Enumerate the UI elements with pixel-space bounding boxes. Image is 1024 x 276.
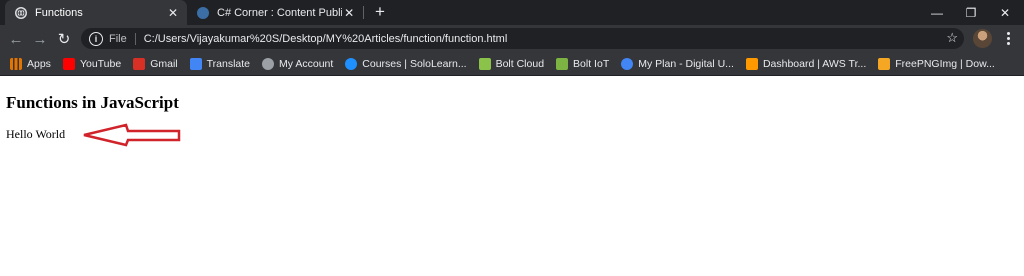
reload-button[interactable]: ↻ [53, 28, 75, 50]
bookmark-label: Gmail [150, 57, 178, 70]
hello-world-text: Hello World [6, 127, 66, 141]
red-arrow-icon [83, 123, 181, 147]
translate-icon [189, 57, 202, 70]
bookmark-label: YouTube [79, 57, 122, 70]
back-button[interactable]: ← [5, 28, 27, 50]
bookmark-label: Apps [27, 57, 51, 70]
bookmark-label: Translate [206, 57, 251, 70]
new-tab-button[interactable]: + [371, 3, 389, 21]
bookmark-label: My Plan - Digital U... [638, 57, 734, 70]
bookmark-label: FreePNGImg | Dow... [895, 57, 995, 70]
tab-separator [363, 6, 364, 19]
url-text[interactable]: C:/Users/Vijayakumar%20S/Desktop/MY%20Ar… [144, 33, 508, 45]
aws-cube-icon [745, 57, 758, 70]
close-window-button[interactable]: ✕ [988, 0, 1022, 25]
bookmark-label: Dashboard | AWS Tr... [762, 57, 867, 70]
bookmark-item[interactable]: My Plan - Digital U... [621, 57, 734, 70]
close-tab-icon[interactable]: ✕ [165, 5, 181, 21]
tab-functions[interactable]: Functions ✕ [5, 0, 187, 25]
bookmark-item[interactable]: Gmail [133, 57, 178, 70]
bookmark-item[interactable]: Bolt IoT [556, 57, 610, 70]
address-bar[interactable]: i File C:/Users/Vijayakumar%20S/Desktop/… [81, 28, 964, 49]
menu-dots-icon[interactable] [1001, 29, 1015, 48]
profile-avatar[interactable] [973, 29, 992, 48]
close-tab-icon[interactable]: ✕ [342, 5, 356, 21]
bookmark-item[interactable]: Translate [189, 57, 251, 70]
csharp-corner-icon [197, 6, 209, 19]
tab-title: C# Corner : Content Publisher [217, 6, 342, 19]
tab-title: Functions [35, 6, 83, 19]
info-icon[interactable]: i [89, 31, 103, 46]
sololearn-icon [345, 57, 358, 70]
browser-toolbar: ← → ↻ i File C:/Users/Vijayakumar%20S/De… [0, 25, 1024, 52]
omnibox-divider [134, 32, 136, 45]
google-icon [621, 57, 634, 70]
bookmarks-bar: Apps YouTube Gmail Translate My Account Cours… [0, 52, 1024, 76]
scheme-label: File [109, 32, 127, 45]
minimize-button[interactable]: — [920, 0, 954, 25]
tab-csharp-corner[interactable]: C# Corner : Content Publisher ✕ [187, 0, 362, 25]
page-heading: Functions in JavaScript [6, 93, 179, 112]
bookmark-label: Bolt IoT [573, 57, 610, 70]
bookmark-item[interactable]: YouTube [62, 57, 122, 70]
bolt-cloud-icon [478, 57, 491, 70]
bookmark-item[interactable]: FreePNGImg | Dow... [878, 57, 995, 70]
forward-button[interactable]: → [29, 28, 51, 50]
bookmark-item[interactable]: Apps [10, 57, 51, 70]
apps-grid-icon [10, 57, 22, 70]
youtube-icon [62, 57, 75, 70]
bookmark-item[interactable]: Courses | SoloLearn... [345, 57, 467, 70]
bookmark-item[interactable]: Bolt Cloud [478, 57, 545, 70]
restore-button[interactable]: ❐ [954, 0, 988, 25]
bookmark-label: Bolt Cloud [495, 57, 545, 70]
bookmark-star-icon[interactable]: ☆ [946, 30, 958, 46]
globe-icon [15, 6, 27, 19]
page-content: Functions in JavaScript Hello World [0, 77, 1024, 276]
tab-strip: Functions ✕ C# Corner : Content Publishe… [0, 0, 1024, 25]
google-account-icon [262, 57, 275, 70]
gmail-icon [133, 57, 146, 70]
bookmark-item[interactable]: Dashboard | AWS Tr... [745, 57, 867, 70]
bookmark-item[interactable]: My Account [262, 57, 334, 70]
bookmark-label: My Account [279, 57, 334, 70]
bookmark-label: Courses | SoloLearn... [362, 57, 467, 70]
bolt-iot-icon [556, 57, 569, 70]
freepngimg-icon [878, 57, 891, 70]
